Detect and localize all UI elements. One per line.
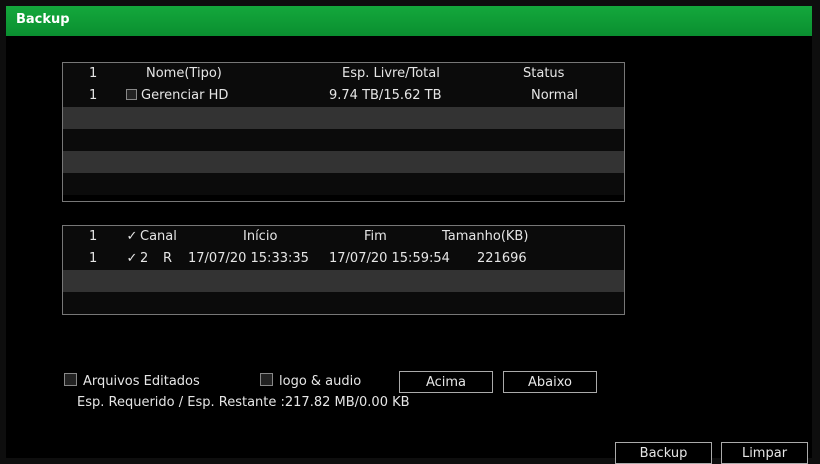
file-type: R <box>163 251 173 266</box>
header-number: 1 <box>89 66 98 81</box>
header-channel: Canal <box>140 229 177 244</box>
move-down-button[interactable]: Abaixo <box>503 371 597 393</box>
table-row[interactable] <box>63 107 624 129</box>
file-start: 17/07/20 15:33:35 <box>188 251 309 266</box>
edited-files-option[interactable]: Arquivos Editados <box>64 373 200 389</box>
backup-window: 1 Nome(Tipo) Esp. Livre/Total Status 1 G… <box>6 36 812 464</box>
file-checkbox[interactable]: ✓ 2 <box>126 248 149 270</box>
row-number: 1 <box>89 251 98 266</box>
checkmark-icon: ✓ <box>126 229 138 244</box>
edited-files-checkbox[interactable] <box>64 373 77 386</box>
table-row[interactable] <box>63 270 624 292</box>
device-name: Gerenciar HD <box>141 88 229 103</box>
logo-audio-checkbox[interactable] <box>260 373 273 386</box>
header-status: Status <box>523 66 565 81</box>
window-title: Backup <box>16 12 70 27</box>
table-row[interactable] <box>63 129 624 151</box>
logo-audio-option[interactable]: logo & audio <box>260 373 361 389</box>
row-number: 1 <box>89 88 98 103</box>
logo-audio-label: logo & audio <box>279 374 362 389</box>
header-name-type: Nome(Tipo) <box>146 66 222 81</box>
edited-files-label: Arquivos Editados <box>83 374 200 389</box>
select-all-checkbox[interactable]: ✓ Canal <box>126 226 177 248</box>
file-size: 221696 <box>477 251 527 266</box>
device-table-header: 1 Nome(Tipo) Esp. Livre/Total Status <box>63 63 624 85</box>
space-info: Esp. Requerido / Esp. Restante :217.82 M… <box>77 395 410 410</box>
header-start: Início <box>243 229 278 244</box>
device-status: Normal <box>531 88 579 103</box>
table-row[interactable]: 1 ✓ 2 R 17/07/20 15:33:35 17/07/20 15:59:… <box>63 248 624 270</box>
table-row[interactable] <box>63 173 624 195</box>
file-end: 17/07/20 15:59:54 <box>329 251 450 266</box>
file-table-header: 1 ✓ Canal Início Fim Tamanho(KB) <box>63 226 624 248</box>
header-size: Tamanho(KB) <box>442 229 529 244</box>
header-number: 1 <box>89 229 98 244</box>
checkmark-icon: ✓ <box>126 251 138 266</box>
header-free-total-space: Esp. Livre/Total <box>342 66 440 81</box>
device-space: 9.74 TB/15.62 TB <box>329 88 442 103</box>
table-row[interactable]: 1 Gerenciar HD 9.74 TB/15.62 TB Normal <box>63 85 624 107</box>
device-checkbox[interactable] <box>126 85 140 107</box>
device-table: 1 Nome(Tipo) Esp. Livre/Total Status 1 G… <box>62 62 625 202</box>
table-row[interactable] <box>63 292 624 314</box>
header-end: Fim <box>364 229 387 244</box>
clear-button[interactable]: Limpar <box>721 442 808 464</box>
table-row[interactable] <box>63 151 624 173</box>
move-up-button[interactable]: Acima <box>399 371 493 393</box>
window-title-bar: Backup <box>6 6 812 36</box>
file-channel: 2 <box>140 251 149 266</box>
checkbox-box[interactable] <box>126 89 137 100</box>
backup-button[interactable]: Backup <box>615 442 712 464</box>
file-table: 1 ✓ Canal Início Fim Tamanho(KB) 1 ✓ 2 R 1… <box>62 225 625 315</box>
